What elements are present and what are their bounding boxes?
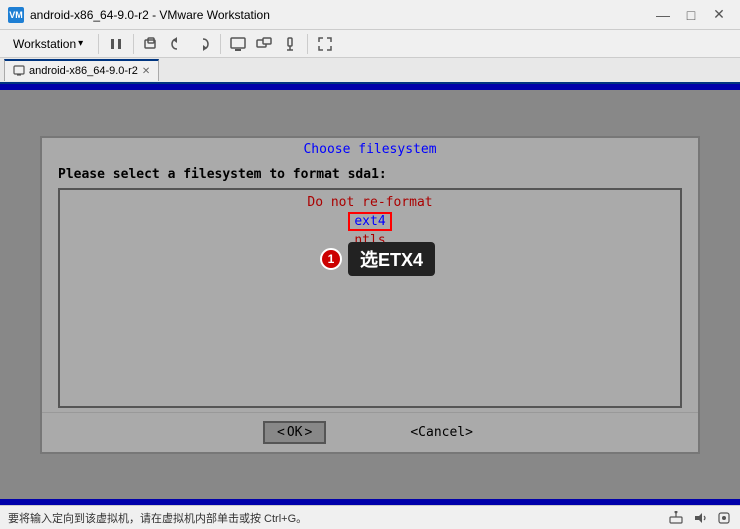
vm-area[interactable]: Choose filesystem Please select a filesy… bbox=[0, 84, 740, 505]
menu-separator-4 bbox=[307, 34, 308, 54]
step-badge: 1 bbox=[320, 248, 342, 270]
forward-icon[interactable] bbox=[192, 33, 214, 55]
window-controls: — □ ✕ bbox=[650, 5, 732, 25]
ok-button[interactable]: < OK > bbox=[263, 421, 326, 444]
menu-separator-3 bbox=[220, 34, 221, 54]
annotation-text: 选ETX4 bbox=[348, 242, 435, 276]
workstation-menu[interactable]: Workstation ▾ bbox=[4, 33, 92, 55]
cancel-button[interactable]: <Cancel> bbox=[406, 423, 477, 442]
status-bar: 要将输入定向到该虚拟机，请在虚拟机内部单击或按 Ctrl+G。 bbox=[0, 505, 740, 529]
app-icon: VM bbox=[8, 7, 24, 23]
title-bar: VM android-x86_64-9.0-r2 - VMware Workst… bbox=[0, 0, 740, 30]
tab-label: android-x86_64-9.0-r2 bbox=[29, 65, 138, 77]
filesystem-dialog: Choose filesystem Please select a filesy… bbox=[40, 136, 700, 454]
dialog-prompt: Please select a filesystem to format sda… bbox=[58, 167, 682, 182]
menu-separator-1 bbox=[98, 34, 99, 54]
dialog-title: Choose filesystem bbox=[42, 138, 698, 159]
status-right-icons bbox=[668, 510, 732, 526]
ok-left-arrow: < bbox=[277, 425, 285, 440]
window-title: android-x86_64-9.0-r2 - VMware Workstati… bbox=[30, 8, 650, 22]
dialog-content: Please select a filesystem to format sda… bbox=[42, 159, 698, 408]
cancel-label: <Cancel> bbox=[410, 425, 473, 440]
workstation-dropdown-arrow: ▾ bbox=[78, 38, 83, 49]
step-annotation: 1 选ETX4 bbox=[320, 242, 435, 276]
device-icon[interactable] bbox=[716, 510, 732, 526]
menu-separator-2 bbox=[133, 34, 134, 54]
status-message: 要将输入定向到该虚拟机，请在虚拟机内部单击或按 Ctrl+G。 bbox=[8, 510, 307, 526]
network-icon[interactable] bbox=[668, 510, 684, 526]
workstation-label: Workstation bbox=[13, 37, 76, 51]
dialog-buttons: < OK > <Cancel> bbox=[42, 412, 698, 452]
snapshot-icon[interactable] bbox=[140, 33, 162, 55]
fullscreen-icon[interactable] bbox=[314, 33, 336, 55]
maximize-button[interactable]: □ bbox=[678, 5, 704, 25]
filesystem-list[interactable]: Do not re-format ext4 ntls fat32 1 选ETX4 bbox=[58, 188, 682, 408]
vm-tab-icon bbox=[13, 65, 25, 77]
multi-screen-icon[interactable] bbox=[253, 33, 275, 55]
minimize-button[interactable]: — bbox=[650, 5, 676, 25]
revert-icon[interactable] bbox=[166, 33, 188, 55]
list-item-ext4[interactable]: ext4 bbox=[60, 211, 680, 232]
tab-bar: android-x86_64-9.0-r2 ✕ bbox=[0, 58, 740, 84]
vm-tab[interactable]: android-x86_64-9.0-r2 ✕ bbox=[4, 59, 159, 81]
vm-screen: Choose filesystem Please select a filesy… bbox=[0, 84, 740, 505]
ok-right-arrow: > bbox=[305, 425, 313, 440]
tab-close-button[interactable]: ✕ bbox=[142, 66, 150, 77]
ext4-selected-box: ext4 bbox=[348, 212, 391, 231]
pause-icon[interactable] bbox=[105, 33, 127, 55]
screen-icon[interactable] bbox=[227, 33, 249, 55]
vm-top-stripe bbox=[0, 84, 740, 90]
ok-label: OK bbox=[287, 425, 303, 440]
menu-bar: Workstation ▾ bbox=[0, 30, 740, 58]
sound-icon[interactable] bbox=[692, 510, 708, 526]
list-item-do-not-reformat[interactable]: Do not re-format bbox=[60, 194, 680, 211]
close-button[interactable]: ✕ bbox=[706, 5, 732, 25]
usb-icon[interactable] bbox=[279, 33, 301, 55]
